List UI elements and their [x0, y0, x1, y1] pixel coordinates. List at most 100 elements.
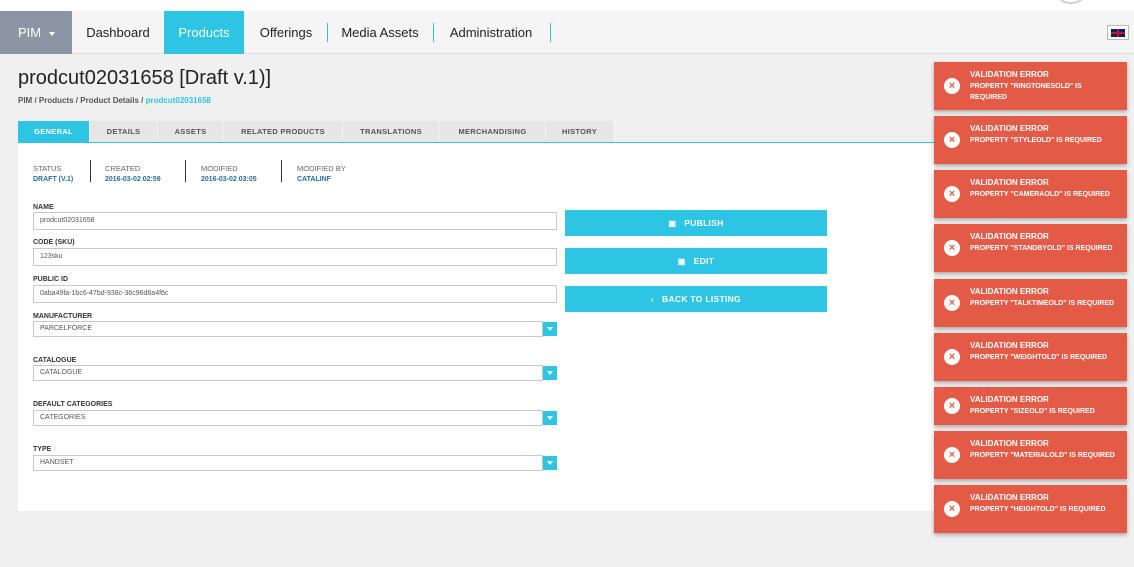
close-circle-icon[interactable]: × [944, 501, 960, 517]
meta-divider [185, 160, 186, 182]
close-circle-icon[interactable]: × [944, 186, 960, 202]
catalogue-label: CATALOGUE [33, 357, 77, 364]
tab-related-products[interactable]: RELATED PRODUCTS [224, 121, 343, 143]
tab-history[interactable]: HISTORY [546, 121, 614, 143]
nav-divider [550, 23, 551, 42]
toast-message: PROPERTY "STANDBYOLD" IS REQUIRED [970, 245, 1113, 252]
code-field[interactable]: 123sku [33, 248, 557, 266]
close-circle-icon[interactable]: × [944, 240, 960, 256]
code-label: CODE (SKU) [33, 239, 75, 246]
validation-error-toast[interactable]: × VALIDATION ERROR PROPERTY "SIZEOLD" IS… [934, 387, 1127, 425]
breadcrumb: PIM / Products / Product Details / prodc… [18, 96, 211, 105]
nav-divider [327, 23, 328, 42]
categories-select[interactable]: CATEGORIES [33, 410, 543, 426]
breadcrumb-item[interactable]: PIM [18, 96, 32, 105]
toast-title: VALIDATION ERROR [970, 493, 1049, 502]
toast-message: PROPERTY "WEIGHTOLD" IS REQUIRED [970, 354, 1108, 361]
breadcrumb-item[interactable]: Products [39, 96, 74, 105]
app-switcher-button[interactable]: PIM [0, 11, 72, 54]
chevron-down-icon[interactable] [543, 322, 557, 336]
toast-message: PROPERTY "STYLEOLD" IS REQUIRED [970, 137, 1102, 144]
toast-message: PROPERTY "MATERIALOLD" IS REQUIRED [970, 452, 1115, 459]
created-value: 2016-03-02 02:59 [105, 176, 161, 183]
public-id-label: PUBLIC ID [33, 276, 68, 283]
nav-item-dashboard[interactable]: Dashboard [72, 11, 164, 54]
toast-message: PROPERTY "TALKTIMEOLD" IS REQUIRED [970, 300, 1115, 307]
tab-assets[interactable]: ASSETS [158, 121, 224, 143]
modified-by-label: MODIFIED BY [297, 164, 346, 173]
validation-error-toast[interactable]: × VALIDATION ERROR PROPERTY "STYLEOLD" I… [934, 116, 1127, 164]
tab-details[interactable]: DETAILS [90, 121, 158, 143]
status-label: STATUS [33, 164, 62, 173]
nav-item-administration[interactable]: Administration [438, 11, 544, 54]
toast-message: PROPERTY "CAMERAOLD" IS REQUIRED [970, 191, 1110, 198]
toast-title: VALIDATION ERROR [970, 178, 1049, 187]
app-switcher-label: PIM [18, 25, 42, 40]
edit-label: EDIT [693, 256, 715, 266]
tab-translations[interactable]: TRANSLATIONS [343, 121, 440, 143]
main-navbar: PIM Dashboard Products Offerings Media A… [0, 11, 1134, 54]
back-label: BACK TO LISTING [662, 294, 741, 304]
nav-item-media-assets[interactable]: Media Assets [332, 11, 428, 54]
toast-title: VALIDATION ERROR [970, 439, 1049, 448]
close-circle-icon[interactable]: × [944, 349, 960, 365]
chevron-down-icon[interactable] [543, 456, 557, 470]
publish-button[interactable]: ▣ PUBLISH [565, 210, 827, 236]
publish-label: PUBLISH [684, 218, 724, 228]
validation-error-toast[interactable]: × VALIDATION ERROR PROPERTY "TALKTIMEOLD… [934, 279, 1127, 327]
page-title: prodcut02031658 [Draft v.1)] [18, 67, 272, 89]
breadcrumb-current: prodcut02031658 [145, 96, 211, 105]
close-circle-icon[interactable]: × [944, 132, 960, 148]
manufacturer-label: MANUFACTURER [33, 313, 93, 320]
toast-title: VALIDATION ERROR [970, 395, 1049, 404]
toast-title: VALIDATION ERROR [970, 287, 1049, 296]
top-strip [0, 0, 1134, 11]
chevron-down-icon[interactable] [543, 366, 557, 380]
chevron-down-icon [49, 31, 56, 36]
catalogue-select[interactable]: CATALOGUE [33, 365, 543, 381]
meta-divider [281, 160, 282, 182]
status-value: DRAFT (V.1) [33, 176, 74, 183]
public-id-field[interactable]: 0aba49fa-1bc6-47bd-938c-36c96d8a4f6c [33, 285, 557, 303]
validation-error-toast[interactable]: × VALIDATION ERROR PROPERTY "MATERIALOLD… [934, 431, 1127, 479]
toast-message: PROPERTY "SIZEOLD" IS REQUIRED [970, 408, 1095, 415]
close-circle-icon[interactable]: × [944, 398, 960, 414]
created-label: CREATED [105, 164, 141, 173]
breadcrumb-item[interactable]: Product Details [80, 96, 139, 105]
modified-value: 2016-03-02 03:05 [201, 176, 257, 183]
toast-title: VALIDATION ERROR [970, 124, 1049, 133]
categories-label: DEFAULT CATEGORIES [33, 401, 113, 408]
validation-error-toast[interactable]: × VALIDATION ERROR PROPERTY "RINGTONESOL… [934, 62, 1127, 110]
nav-divider [433, 23, 434, 42]
chevron-down-icon[interactable] [543, 411, 557, 425]
close-circle-icon[interactable]: × [944, 78, 960, 94]
nav-item-products[interactable]: Products [164, 11, 244, 54]
name-label: NAME [33, 204, 54, 211]
chevron-left-icon: ‹ [651, 295, 654, 304]
name-field[interactable]: prodcut02031658 [33, 212, 557, 230]
modified-by-value: CATALINF [297, 176, 331, 183]
validation-error-toast[interactable]: × VALIDATION ERROR PROPERTY "STANDBYOLD"… [934, 224, 1127, 272]
close-circle-icon[interactable]: × [944, 295, 960, 311]
back-to-listing-button[interactable]: ‹ BACK TO LISTING [565, 286, 827, 312]
tab-general[interactable]: GENERAL [18, 121, 90, 143]
toast-message: PROPERTY "RINGTONESOLD" IS REQUIRED [970, 83, 1082, 101]
modified-label: MODIFIED [201, 164, 238, 173]
type-label: TYPE [33, 446, 52, 453]
type-select[interactable]: HANDSET [33, 455, 543, 471]
validation-error-toast[interactable]: × VALIDATION ERROR PROPERTY "HEIGHTOLD" … [934, 485, 1127, 533]
tab-merchandising[interactable]: MERCHANDISING [440, 121, 546, 143]
validation-error-toast[interactable]: × VALIDATION ERROR PROPERTY "CAMERAOLD" … [934, 170, 1127, 218]
validation-error-toast[interactable]: × VALIDATION ERROR PROPERTY "WEIGHTOLD" … [934, 333, 1127, 381]
close-circle-icon[interactable]: × [944, 447, 960, 463]
edit-icon: ▣ [677, 257, 686, 266]
toast-title: VALIDATION ERROR [970, 70, 1049, 79]
toast-title: VALIDATION ERROR [970, 232, 1049, 241]
manufacturer-select[interactable]: PARCELFORCE [33, 321, 543, 337]
nav-item-offerings[interactable]: Offerings [248, 11, 324, 54]
uk-flag-icon[interactable] [1107, 25, 1129, 40]
meta-divider [90, 160, 91, 182]
toast-title: VALIDATION ERROR [970, 341, 1049, 350]
edit-button[interactable]: ▣ EDIT [565, 248, 827, 274]
archive-icon: ▣ [668, 219, 677, 228]
